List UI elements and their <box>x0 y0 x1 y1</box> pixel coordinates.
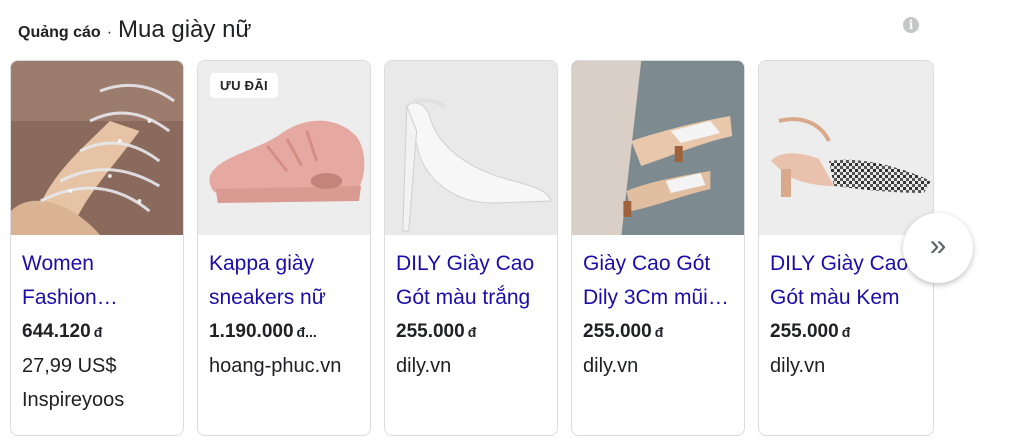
product-image: ƯU ĐÃI <box>198 61 370 235</box>
product-name[interactable]: Kappa giày sneakers nữ <box>209 247 359 315</box>
product-price: 644.120 đ <box>22 321 103 342</box>
merchant-name: hoang-phuc.vn <box>209 355 342 377</box>
merchant-name: dily.vn <box>583 355 639 377</box>
product-price: 1.190.000 đ... <box>209 321 317 342</box>
product-card[interactable]: Women Fashion Wedges Sandals 644.120đ 27… <box>10 60 184 436</box>
product-price: 255.000 đ <box>396 321 477 342</box>
ad-label: Quảng cáo <box>18 24 101 41</box>
product-card[interactable]: DILY Giày Cao Gót màu trắng 255.000 đ dil… <box>384 60 558 436</box>
product-image <box>759 61 933 235</box>
product-image <box>385 61 557 235</box>
product-image <box>572 61 744 235</box>
separator: · <box>106 24 113 41</box>
promo-badge: ƯU ĐÃI <box>210 73 278 98</box>
section-title: Mua giày nữ <box>118 16 252 43</box>
product-price: 255.000 đ <box>583 321 664 342</box>
next-glyph: » <box>929 229 947 262</box>
product-card[interactable]: ƯU ĐÃI Kappa giày sneakers nữ 1.190.000 đ… <box>197 60 371 436</box>
product-image <box>11 61 183 235</box>
merchant-name: Inspireyoos <box>22 389 125 411</box>
merchant-name: dily.vn <box>396 355 452 377</box>
product-name[interactable]: DILY Giày Cao Gót màu Kem <box>770 247 922 315</box>
double-chevron-right-icon[interactable]: » <box>903 213 973 283</box>
product-name[interactable]: Women Fashion Wedges Sandals <box>22 247 172 315</box>
product-name[interactable]: Giày Cao Gót Dily 3Cm mũi nhọn <box>583 247 733 315</box>
product-carousel: Women Fashion Wedges Sandals 644.120đ 27… <box>10 60 934 436</box>
info-icon[interactable]: i <box>903 17 919 33</box>
product-name[interactable]: DILY Giày Cao Gót màu trắng <box>396 247 546 315</box>
merchant-name: dily.vn <box>770 355 826 377</box>
product-price: 255.000 đ <box>770 321 851 342</box>
alt-price: 27,99 US$ <box>22 355 117 377</box>
ad-header: Quảng cáo · Mua giày nữ <box>18 16 251 46</box>
product-card[interactable]: Giày Cao Gót Dily 3Cm mũi nhọn 255.000đ … <box>571 60 745 436</box>
